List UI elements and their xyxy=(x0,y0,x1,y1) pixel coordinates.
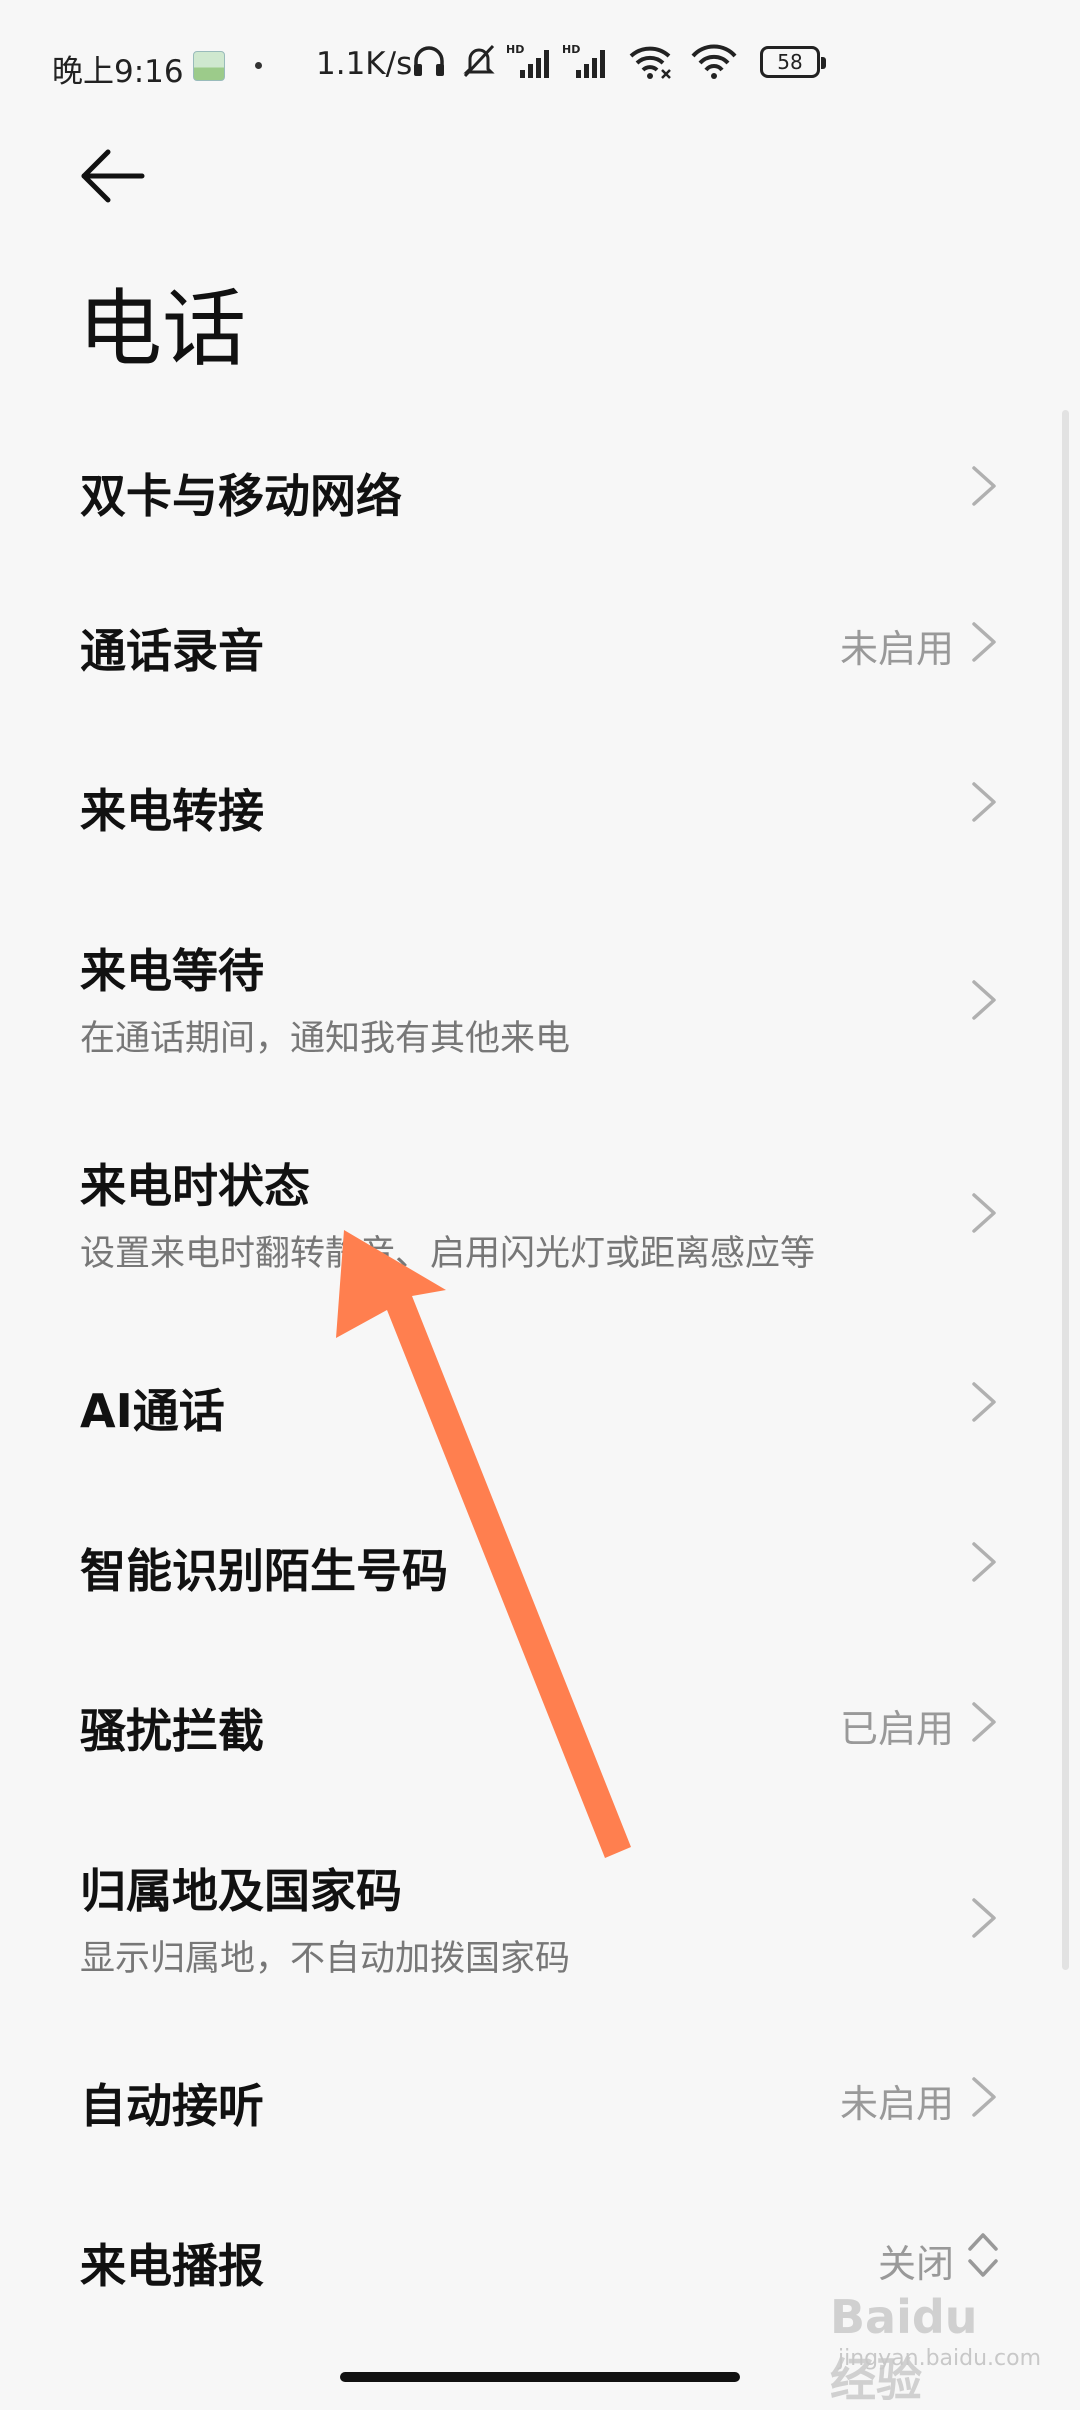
chevron-right-icon xyxy=(972,2077,996,2117)
page-title: 电话 xyxy=(78,280,247,378)
chevron-right-icon xyxy=(972,466,996,506)
hd-signal-icon: HD xyxy=(506,43,549,78)
row-value: 未启用 xyxy=(839,2082,954,2126)
row-title: 来电等待 xyxy=(80,944,264,998)
row-title: 智能识别陌生号码 xyxy=(80,1544,448,1598)
row-title: 通话录音 xyxy=(80,624,264,678)
row-title: 自动接听 xyxy=(80,2079,264,2133)
wifi-calling-icon xyxy=(629,46,671,79)
chevron-right-icon xyxy=(972,782,996,822)
setting-row-identify-unknown-numbers[interactable]: 智能识别陌生号码 xyxy=(0,1500,1080,1630)
row-subtitle: 在通话期间，通知我有其他来电 xyxy=(80,1019,571,1059)
baidu-watermark: Baidu经验 jingyan.baidu.com xyxy=(820,2290,1041,2407)
row-value: 已启用 xyxy=(839,1707,954,1751)
row-title: 骚扰拦截 xyxy=(80,1704,264,1758)
row-title: 双卡与移动网络 xyxy=(80,469,402,523)
chevron-right-icon xyxy=(972,1702,996,1742)
home-indicator[interactable] xyxy=(340,2372,740,2382)
gallery-icon xyxy=(193,51,225,81)
svg-text:HD: HD xyxy=(562,43,580,56)
battery-icon: 58 xyxy=(760,46,826,78)
row-subtitle: 显示归属地，不自动加拨国家码 xyxy=(80,1939,571,1979)
setting-row-incoming-call-status[interactable]: 来电时状态 设置来电时翻转静音、启用闪光灯或距离感应等 xyxy=(0,1115,1080,1285)
back-button[interactable] xyxy=(78,146,148,206)
setting-row-spam-blocking[interactable]: 骚扰拦截 已启用 xyxy=(0,1660,1080,1790)
svg-text:HD: HD xyxy=(506,43,524,56)
chevron-right-icon xyxy=(972,1898,996,1938)
row-subtitle: 设置来电时翻转静音、启用闪光灯或距离感应等 xyxy=(80,1234,816,1274)
bell-off-icon xyxy=(463,44,495,78)
setting-row-auto-answer[interactable]: 自动接听 未启用 xyxy=(0,2035,1080,2165)
chevron-right-icon xyxy=(972,1542,996,1582)
setting-row-ai-call[interactable]: AI通话 xyxy=(0,1340,1080,1470)
setting-row-call-waiting[interactable]: 来电等待 在通话期间，通知我有其他来电 xyxy=(0,900,1080,1070)
notification-dot-icon xyxy=(255,62,262,69)
wifi-icon xyxy=(691,44,737,79)
row-title: 归属地及国家码 xyxy=(80,1864,402,1918)
chevron-right-icon xyxy=(972,980,996,1020)
row-title: 来电时状态 xyxy=(80,1159,310,1213)
status-bar: 晚上9:16 1.1K/s HD HD 58 xyxy=(0,0,1080,120)
chevron-right-icon xyxy=(972,1193,996,1233)
hd-signal-icon: HD xyxy=(562,43,605,78)
watermark-url: jingyan.baidu.com xyxy=(838,2346,1042,2371)
setting-row-caller-location[interactable]: 归属地及国家码 显示归属地，不自动加拨国家码 xyxy=(0,1820,1080,1990)
chevron-up-down-icon xyxy=(968,2233,998,2277)
row-value: 关闭 xyxy=(877,2242,954,2286)
row-value: 未启用 xyxy=(839,627,954,671)
network-speed: 1.1K/s xyxy=(316,46,413,82)
row-title: 来电播报 xyxy=(80,2239,264,2293)
status-time: 晚上9:16 xyxy=(52,54,184,90)
chevron-right-icon xyxy=(972,1382,996,1422)
headphones-icon xyxy=(414,46,444,76)
setting-row-dual-sim[interactable]: 双卡与移动网络 xyxy=(0,420,1080,550)
setting-row-call-forwarding[interactable]: 来电转接 xyxy=(0,740,1080,870)
row-title: 来电转接 xyxy=(80,784,264,838)
setting-row-call-recording[interactable]: 通话录音 未启用 xyxy=(0,580,1080,710)
chevron-right-icon xyxy=(972,622,996,662)
row-title: AI通话 xyxy=(80,1384,225,1438)
arrow-left-icon xyxy=(81,149,145,203)
